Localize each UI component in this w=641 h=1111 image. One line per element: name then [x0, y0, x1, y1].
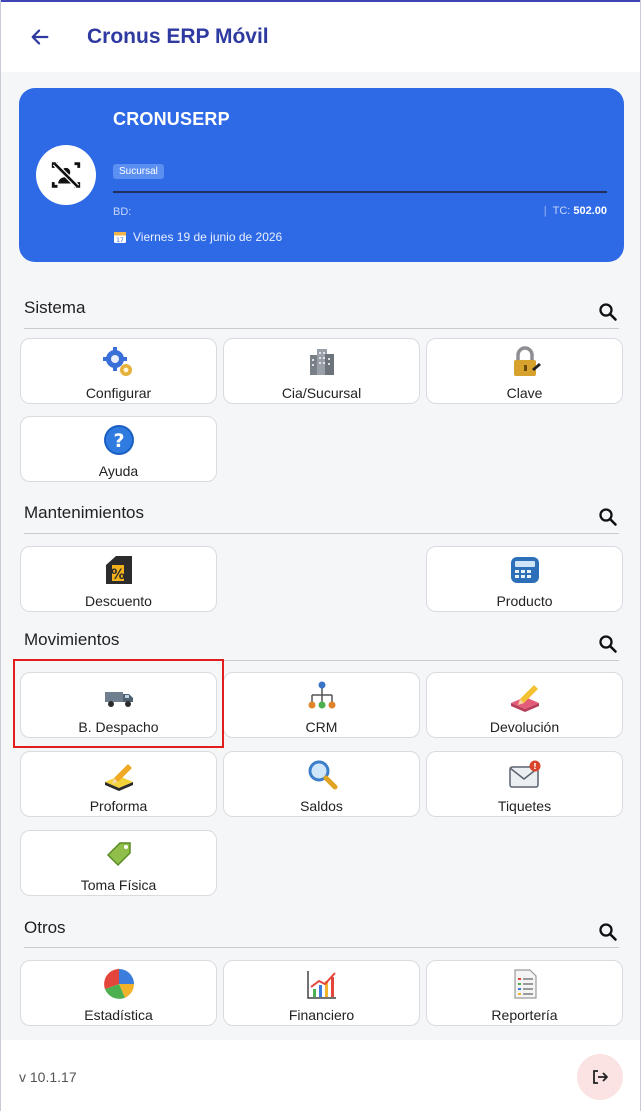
section-title-otros: Otros — [24, 918, 66, 937]
logout-icon — [593, 1070, 608, 1084]
bd-label: BD: — [113, 206, 132, 218]
tile-label: CRM — [305, 719, 338, 735]
growth-chart-icon — [306, 971, 336, 999]
tile-label: Proforma — [89, 798, 148, 814]
section-title-movimientos: Movimientos — [24, 630, 120, 649]
calculator-icon — [510, 557, 539, 583]
tile-toma-fisica[interactable]: Toma Física — [20, 830, 217, 896]
tile-label: Configurar — [85, 385, 152, 401]
tile-ayuda[interactable]: ? Ayuda — [20, 416, 217, 482]
discount-tag-icon: % — [105, 556, 132, 584]
tile-estadistica[interactable]: Estadística — [20, 960, 217, 1026]
tile-financiero[interactable]: Financiero — [223, 960, 420, 1026]
padlock-icon — [513, 346, 541, 376]
tile-label: Descuento — [85, 593, 152, 609]
app-version: v 10.1.17 — [19, 1069, 77, 1085]
search-icon[interactable] — [598, 634, 618, 654]
tile-tiquetes[interactable]: ! Tiquetes — [426, 751, 623, 817]
calendar-icon: 17 — [114, 232, 126, 244]
tile-label: Cia/Sucursal — [281, 385, 362, 401]
search-icon[interactable] — [598, 507, 618, 527]
date-text: Viernes 19 de junio de 2026 — [133, 230, 283, 244]
logout-button[interactable] — [577, 1054, 623, 1100]
branch-badge: Sucursal — [113, 164, 164, 179]
tile-proforma[interactable]: Proforma — [20, 751, 217, 817]
buildings-icon — [309, 349, 334, 375]
svg-text:?: ? — [113, 430, 124, 452]
search-icon[interactable] — [598, 922, 618, 942]
footer-bar: v 10.1.17 — [1, 1040, 640, 1111]
tile-cia-sucursal[interactable]: Cia/Sucursal — [223, 338, 420, 404]
current-date: 17 Viernes 19 de junio de 2026 — [113, 230, 282, 244]
tile-label: Estadística — [84, 1007, 153, 1023]
tile-label: Producto — [496, 593, 553, 609]
company-name: CRONUSERP — [113, 109, 230, 129]
hierarchy-icon — [308, 681, 335, 709]
tile-crm[interactable]: CRM — [223, 672, 420, 738]
report-document-icon — [513, 969, 537, 999]
pie-chart-icon — [103, 969, 134, 999]
app-bar: Cronus ERP Móvil — [1, 2, 640, 72]
tile-label: Clave — [506, 385, 543, 401]
section-title-sistema: Sistema — [24, 298, 86, 317]
section-divider — [24, 328, 619, 329]
tile-clave[interactable]: Clave — [426, 338, 623, 404]
tile-producto[interactable]: Producto — [426, 546, 623, 612]
back-arrow-icon[interactable] — [26, 23, 54, 51]
pencil-paper-icon — [104, 764, 133, 791]
pencil-paper-icon — [510, 685, 539, 712]
tile-descuento[interactable]: % Descuento — [20, 546, 217, 612]
svg-text:%: % — [110, 567, 124, 583]
magnifier-icon — [308, 760, 337, 790]
tc-label: TC: — [552, 205, 571, 217]
tile-label: Financiero — [288, 1007, 355, 1023]
company-card: CRONUSERP Sucursal BD: | TC: 502.00 17 Vie… — [19, 88, 624, 262]
tile-configurar[interactable]: Configurar — [20, 338, 217, 404]
tile-label: Saldos — [300, 798, 343, 814]
tile-label: Tiquetes — [497, 798, 552, 814]
section-title-mantenimientos: Mantenimientos — [24, 503, 145, 522]
card-divider — [113, 191, 607, 193]
svg-text:!: ! — [533, 762, 537, 771]
svg-text:17: 17 — [116, 237, 124, 244]
help-icon: ? — [103, 425, 134, 455]
app-title: Cronus ERP Móvil — [87, 25, 269, 48]
tile-label: Toma Física — [80, 877, 157, 893]
price-tag-icon — [106, 842, 131, 867]
section-divider — [24, 533, 619, 534]
tile-reporteria[interactable]: Reportería — [426, 960, 623, 1026]
tile-label: Ayuda — [98, 463, 139, 479]
no-photo-icon[interactable] — [36, 145, 96, 205]
tc-value: 502.00 — [573, 205, 607, 217]
tile-saldos[interactable]: Saldos — [223, 751, 420, 817]
search-icon[interactable] — [598, 302, 618, 322]
section-divider — [24, 947, 619, 948]
tile-devolucion[interactable]: Devolución — [426, 672, 623, 738]
exchange-rate: | TC: 502.00 — [543, 205, 607, 217]
envelope-icon: ! — [508, 760, 540, 788]
tile-label: Devolución — [489, 719, 560, 735]
gears-icon — [102, 347, 132, 376]
selection-highlight — [13, 659, 224, 748]
tile-label: Reportería — [491, 1007, 558, 1023]
